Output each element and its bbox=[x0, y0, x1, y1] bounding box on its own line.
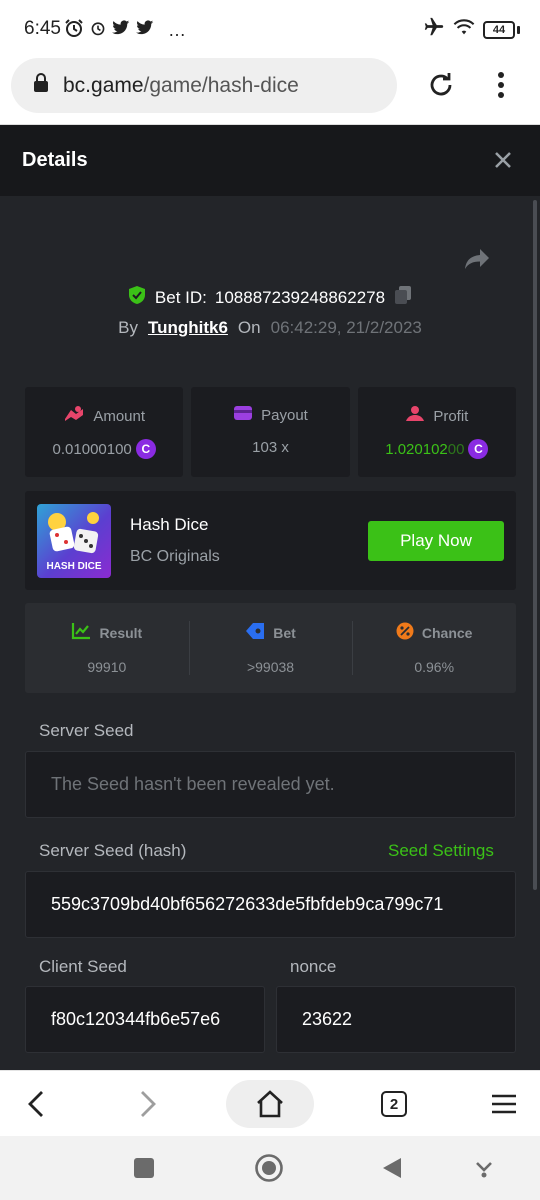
client-seed-label: Client Seed bbox=[39, 957, 127, 976]
game-provider: BC Originals bbox=[130, 548, 220, 565]
tab-switcher-button[interactable]: 2 bbox=[378, 1080, 410, 1128]
bcd-coin-icon: C bbox=[468, 439, 489, 459]
recents-icon[interactable] bbox=[128, 1152, 160, 1184]
browser-url-bar: bc.game/game/hash-dice bbox=[0, 58, 540, 125]
tab-count: 2 bbox=[381, 1091, 407, 1117]
forward-icon[interactable] bbox=[132, 1080, 164, 1128]
alarm-small-icon bbox=[90, 20, 106, 41]
status-bar: 6:45 … 44 bbox=[0, 0, 540, 58]
nonce-field[interactable]: 23622 bbox=[276, 986, 516, 1053]
percent-icon bbox=[396, 622, 414, 643]
system-navigation-bar bbox=[0, 1136, 540, 1200]
result-value: 99910 bbox=[87, 659, 127, 675]
airplane-icon bbox=[423, 16, 445, 43]
twitter-icon bbox=[136, 20, 154, 41]
bet-tag-icon bbox=[245, 622, 265, 643]
thumbnail-caption: HASH DICE bbox=[46, 561, 102, 572]
username-link[interactable]: Tunghitk6 bbox=[148, 318, 228, 338]
hide-keyboard-icon[interactable] bbox=[468, 1152, 500, 1184]
share-icon[interactable] bbox=[463, 247, 491, 278]
wifi-icon bbox=[453, 17, 475, 42]
twitter-icon bbox=[112, 20, 130, 41]
hash-dice-thumbnail[interactable]: HASH DICE bbox=[37, 504, 111, 578]
chance-label: Chance bbox=[421, 624, 473, 641]
payout-label: Payout bbox=[261, 406, 308, 424]
back-triangle-icon[interactable] bbox=[376, 1152, 408, 1184]
modal-header: Details bbox=[0, 125, 540, 196]
profit-icon bbox=[405, 405, 425, 427]
by-label: By bbox=[118, 318, 138, 337]
server-seed-hash-field[interactable]: 559c3709bd40bf656272633de5fbfdeb9ca799c7… bbox=[25, 871, 516, 938]
nonce-label: nonce bbox=[290, 957, 337, 976]
hamburger-menu-icon[interactable] bbox=[488, 1080, 520, 1128]
bcd-coin-icon: C bbox=[135, 439, 156, 459]
amount-label: Amount bbox=[93, 407, 146, 425]
profit-value: 1.020102 bbox=[385, 440, 448, 458]
amount-value: 0.01000100 bbox=[52, 440, 132, 458]
chance-column: Chance 0.96% bbox=[352, 603, 516, 693]
bet-id-label: Bet ID: bbox=[154, 287, 207, 307]
bet-column: Bet >99038 bbox=[188, 603, 353, 693]
wallet-icon bbox=[233, 405, 253, 425]
payout-stat: Payout 103 x bbox=[191, 387, 350, 477]
battery-tip bbox=[517, 25, 520, 34]
profit-stat: Profit 1.02010200 C bbox=[357, 387, 516, 477]
bet-stats: Amount 0.01000100 C Payout 103 x Profit … bbox=[25, 387, 516, 477]
browser-menu-icon[interactable] bbox=[496, 70, 506, 105]
lock-icon bbox=[33, 73, 49, 98]
url-domain: bc.game bbox=[63, 73, 144, 97]
game-name: Hash Dice bbox=[130, 515, 209, 534]
bet-label: Bet bbox=[273, 624, 296, 641]
profit-value-dim: 00 bbox=[447, 440, 465, 458]
home-circle-icon[interactable] bbox=[253, 1152, 285, 1184]
bet-datetime: 06:42:29, 21/2/2023 bbox=[270, 318, 422, 337]
bet-value: >99038 bbox=[246, 659, 295, 675]
server-seed-field[interactable]: The Seed hasn't been revealed yet. bbox=[25, 751, 516, 818]
game-card: HASH DICE Hash Dice BC Originals Play No… bbox=[25, 491, 516, 590]
modal-title: Details bbox=[22, 149, 88, 171]
home-icon[interactable] bbox=[226, 1080, 314, 1128]
reload-icon[interactable] bbox=[426, 70, 456, 105]
client-seed-field[interactable]: f80c120344fb6e57e6 bbox=[25, 986, 265, 1053]
bet-meta-row: By Tunghitk6 On 06:42:29, 21/2/2023 bbox=[0, 318, 540, 338]
payout-value: 103 x bbox=[252, 439, 289, 456]
bet-id-row: Bet ID: 108887239248862278 bbox=[0, 285, 540, 310]
battery-indicator: 44 bbox=[483, 20, 515, 39]
chance-value: 0.96% bbox=[414, 659, 455, 675]
bet-details-modal: Details Bet ID: 108887239248862278 By Tu… bbox=[0, 125, 540, 1070]
server-seed-label: Server Seed bbox=[39, 721, 134, 740]
verified-shield-icon bbox=[127, 285, 147, 310]
seed-settings-link[interactable]: Seed Settings bbox=[388, 841, 494, 861]
status-time: 6:45 bbox=[24, 18, 61, 39]
alarm-icon bbox=[64, 18, 84, 43]
amount-icon bbox=[63, 405, 85, 427]
copy-icon[interactable] bbox=[393, 285, 413, 310]
amount-stat: Amount 0.01000100 C bbox=[25, 387, 184, 477]
play-now-button[interactable]: Play Now bbox=[368, 521, 504, 561]
close-icon[interactable] bbox=[493, 150, 513, 175]
result-summary: Result 99910 Bet >99038 Chance 0.96% bbox=[25, 603, 516, 693]
profit-label: Profit bbox=[433, 407, 469, 425]
on-label: On bbox=[237, 318, 261, 337]
browser-toolbar: 2 bbox=[0, 1070, 540, 1136]
bet-id-value: 108887239248862278 bbox=[214, 287, 386, 307]
address-field[interactable]: bc.game/game/hash-dice bbox=[11, 58, 397, 113]
result-column: Result 99910 bbox=[25, 603, 189, 693]
back-icon[interactable] bbox=[20, 1080, 52, 1128]
chart-icon bbox=[71, 622, 91, 643]
more-notifications: … bbox=[168, 20, 187, 40]
server-seed-hash-label: Server Seed (hash) bbox=[39, 841, 187, 860]
url-path: /game/hash-dice bbox=[143, 73, 299, 97]
result-label: Result bbox=[99, 624, 143, 641]
